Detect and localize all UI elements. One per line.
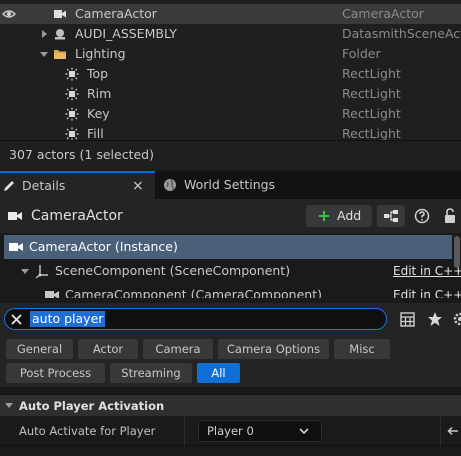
filter-camera-options[interactable]: Camera Options [218,339,329,359]
outliner-item-type: Folder [342,46,381,61]
filter-post-process[interactable]: Post Process [6,363,105,383]
tab-world-settings-label: World Settings [184,177,276,192]
globe-icon [164,179,176,191]
folder-icon [54,50,66,59]
plus-icon [319,211,329,221]
component-row-instance[interactable]: CameraActor (Instance) [4,235,452,259]
outliner-row-lighting[interactable]: Lighting Folder [0,44,461,64]
outliner-item-type: DatasmithSceneAct [342,26,461,41]
outliner-item-label: Lighting [75,46,126,61]
camera-icon [45,291,59,298]
selected-actor-name: CameraActor [31,208,123,224]
help-icon[interactable] [414,208,430,224]
property-column-divider[interactable] [184,416,185,446]
expand-arrow-icon[interactable] [42,30,47,38]
rect-light-icon [65,67,79,81]
outliner-item-type: RectLight [342,126,401,140]
property-row-auto-activate: Auto Activate for Player Player 0 [0,416,461,446]
component-row-scene[interactable]: SceneComponent (SceneComponent) Edit in … [4,259,461,283]
property-reset-column [440,416,461,446]
camera-icon [54,10,66,18]
rect-light-icon [65,127,79,140]
rect-light-icon [65,107,79,121]
component-label: SceneComponent (SceneComponent) [55,263,291,278]
outliner-row-cameraactor[interactable]: CameraActor CameraActor [0,4,461,24]
camera-icon [8,212,22,220]
actor-count-status: 307 actors (1 selected) [0,140,461,170]
category-auto-player-activation[interactable]: Auto Player Activation [0,394,461,416]
filter-camera[interactable]: Camera [143,339,213,359]
outliner-item-type: CameraActor [342,6,424,21]
pencil-icon [4,181,14,191]
edit-in-cpp-link[interactable]: Edit in C++ [393,259,461,283]
auto-activate-player-dropdown[interactable]: Player 0 [198,420,322,442]
add-component-button[interactable]: Add [306,205,372,227]
rect-light-icon [65,87,79,101]
tab-close-icon[interactable]: × [132,173,144,199]
edit-in-cpp-link[interactable]: Edit in C++ [393,283,461,298]
hierarchy-icon [384,210,398,222]
filter-actor[interactable]: Actor [78,339,138,359]
outliner-item-label: Rim [87,86,112,101]
chevron-down-icon [299,428,309,435]
clear-search-icon[interactable] [11,314,22,325]
outliner-item-label: CameraActor [75,6,157,21]
outliner-row-rim[interactable]: Rim RectLight [0,84,461,104]
lock-icon[interactable] [444,207,461,225]
tab-details[interactable]: Details × [0,171,155,199]
details-search-input[interactable]: auto player [4,308,387,330]
reset-arrow-icon[interactable] [447,426,459,436]
collapse-arrow-icon[interactable] [21,269,29,274]
scene-component-icon [35,265,48,279]
filter-all[interactable]: All [197,363,240,383]
outliner-item-type: RectLight [342,66,401,81]
component-label: CameraComponent (CameraComponent) [65,287,322,298]
table-view-icon[interactable] [400,312,415,327]
outliner-item-label: Top [87,66,109,81]
visibility-eye-icon[interactable] [2,7,16,21]
filter-general[interactable]: General [6,339,73,359]
filter-misc[interactable]: Misc [334,339,390,359]
outliner-row-key[interactable]: Key RectLight [0,104,461,124]
outliner-item-label: AUDI_ASSEMBLY [75,26,177,41]
outliner-item-type: RectLight [342,106,401,121]
category-title: Auto Player Activation [19,399,165,413]
dropdown-selected-value: Player 0 [207,424,254,438]
add-button-label: Add [337,208,362,223]
outliner-item-type: RectLight [342,86,401,101]
collapse-arrow-icon[interactable] [40,52,48,57]
outliner-item-label: Fill [87,126,104,140]
filter-streaming[interactable]: Streaming [110,363,192,383]
collapse-arrow-icon[interactable] [5,403,13,408]
component-label: CameraActor (Instance) [29,239,178,254]
tab-details-label: Details [22,178,66,193]
property-label: Auto Activate for Player [19,424,156,438]
search-input-value: auto player [30,311,106,327]
star-icon[interactable] [427,311,443,327]
tab-world-settings[interactable]: World Settings [157,171,287,199]
outliner-row-top[interactable]: Top RectLight [0,64,461,84]
details-search-row: auto player [0,303,461,337]
world-outliner: CameraActor CameraActor AUDI_ASSEMBLY Da… [0,0,461,140]
component-tree-scrollbar[interactable] [454,236,460,268]
category-filter-bar: General Actor Camera Camera Options Misc… [0,337,461,387]
details-header: CameraActor Add [0,199,461,233]
component-tree: CameraActor (Instance) SceneComponent (S… [0,233,461,298]
component-row-camera[interactable]: CameraComponent (CameraComponent) Edit i… [4,283,461,298]
panel-tab-bar: Details × World Settings [0,171,461,199]
settings-gear-icon[interactable] [452,311,461,327]
outliner-row-audi-assembly[interactable]: AUDI_ASSEMBLY DatasmithSceneAct [0,24,461,44]
outliner-item-label: Key [87,106,110,121]
camera-icon [9,243,23,251]
datasmith-scene-icon [55,29,65,40]
outliner-row-fill[interactable]: Fill RectLight [0,124,461,140]
blueprint-hierarchy-button[interactable] [377,205,405,227]
